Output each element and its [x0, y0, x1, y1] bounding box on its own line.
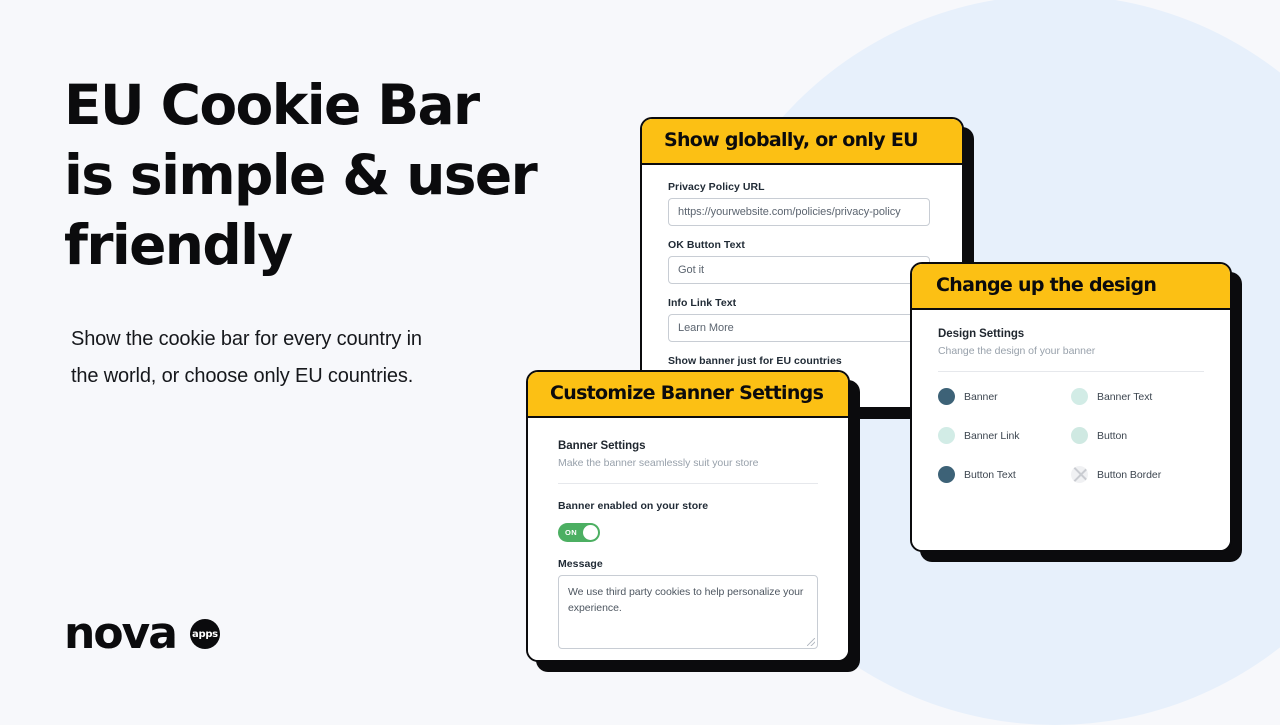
swatch-row-button-border[interactable]: Button Border	[1071, 466, 1204, 483]
card-banner-header: Customize Banner Settings	[528, 372, 848, 418]
swatch-label: Banner Text	[1097, 390, 1153, 403]
message-label: Message	[558, 558, 603, 570]
ok-button-text-input[interactable]: Got it	[668, 256, 930, 284]
color-swatch-icon[interactable]	[938, 427, 955, 444]
hero-section: EU Cookie Bar is simple & user friendly …	[64, 70, 584, 395]
design-settings-subtitle: Change the design of your banner	[938, 345, 1096, 357]
banner-enabled-label: Banner enabled on your store	[558, 500, 709, 512]
info-link-text-label: Info Link Text	[668, 297, 737, 309]
no-color-swatch-icon[interactable]	[1071, 466, 1088, 483]
privacy-policy-url-label: Privacy Policy URL	[668, 181, 765, 193]
swatch-row-banner[interactable]: Banner	[938, 388, 1071, 405]
swatch-row-button[interactable]: Button	[1071, 427, 1204, 444]
toggle-knob-icon	[583, 525, 598, 540]
card-change-design: Change up the design Design Settings Cha…	[910, 262, 1232, 552]
banner-settings-title: Banner Settings	[558, 440, 646, 452]
card-banner-body: Banner Settings Make the banner seamless…	[528, 418, 848, 660]
nova-apps-logo: nova apps	[64, 612, 220, 656]
banner-enabled-toggle[interactable]: ON	[558, 523, 600, 542]
card-design-body: Design Settings Change the design of you…	[912, 310, 1230, 550]
swatch-label: Banner Link	[964, 429, 1020, 442]
logo-badge-circle: apps	[189, 619, 220, 649]
color-swatch-icon[interactable]	[1071, 388, 1088, 405]
color-swatch-icon[interactable]	[938, 466, 955, 483]
color-swatch-icon[interactable]	[1071, 427, 1088, 444]
swatch-label: Button Border	[1097, 468, 1162, 481]
privacy-policy-url-input[interactable]: https://yourwebsite.com/policies/privacy…	[668, 198, 930, 226]
design-settings-title: Design Settings	[938, 328, 1025, 340]
hero-subcopy: Show the cookie bar for every country in…	[71, 328, 422, 387]
card-customize-banner: Customize Banner Settings Banner Setting…	[526, 370, 850, 662]
swatch-row-button-text[interactable]: Button Text	[938, 466, 1071, 483]
swatch-label: Button Text	[964, 468, 1016, 481]
card-globally-header: Show globally, or only EU	[642, 119, 962, 165]
swatch-row-banner-link[interactable]: Banner Link	[938, 427, 1071, 444]
info-link-text-input[interactable]: Learn More	[668, 314, 930, 342]
design-divider	[938, 371, 1204, 372]
resize-grip-icon[interactable]	[807, 638, 815, 646]
logo-wordmark: nova	[64, 608, 178, 659]
design-swatch-grid: Banner Banner Text Banner Link Button Bu…	[938, 388, 1204, 483]
swatch-label: Banner	[964, 390, 998, 403]
message-textarea-value: We use third party cookies to help perso…	[568, 586, 804, 614]
color-swatch-icon[interactable]	[938, 388, 955, 405]
swatch-label: Button	[1097, 429, 1128, 442]
message-textarea[interactable]: We use third party cookies to help perso…	[558, 575, 818, 649]
banner-divider	[558, 483, 818, 484]
banner-settings-subtitle: Make the banner seamlessly suit your sto…	[558, 457, 759, 469]
logo-badge-label: apps	[192, 628, 218, 640]
ok-button-text-label: OK Button Text	[668, 239, 745, 251]
banner-enabled-toggle-state: ON	[565, 528, 578, 537]
eu-only-toggle-label: Show banner just for EU countries	[668, 355, 842, 367]
page-title: EU Cookie Bar is simple & user friendly	[64, 73, 538, 277]
swatch-row-banner-text[interactable]: Banner Text	[1071, 388, 1204, 405]
card-design-header: Change up the design	[912, 264, 1230, 310]
